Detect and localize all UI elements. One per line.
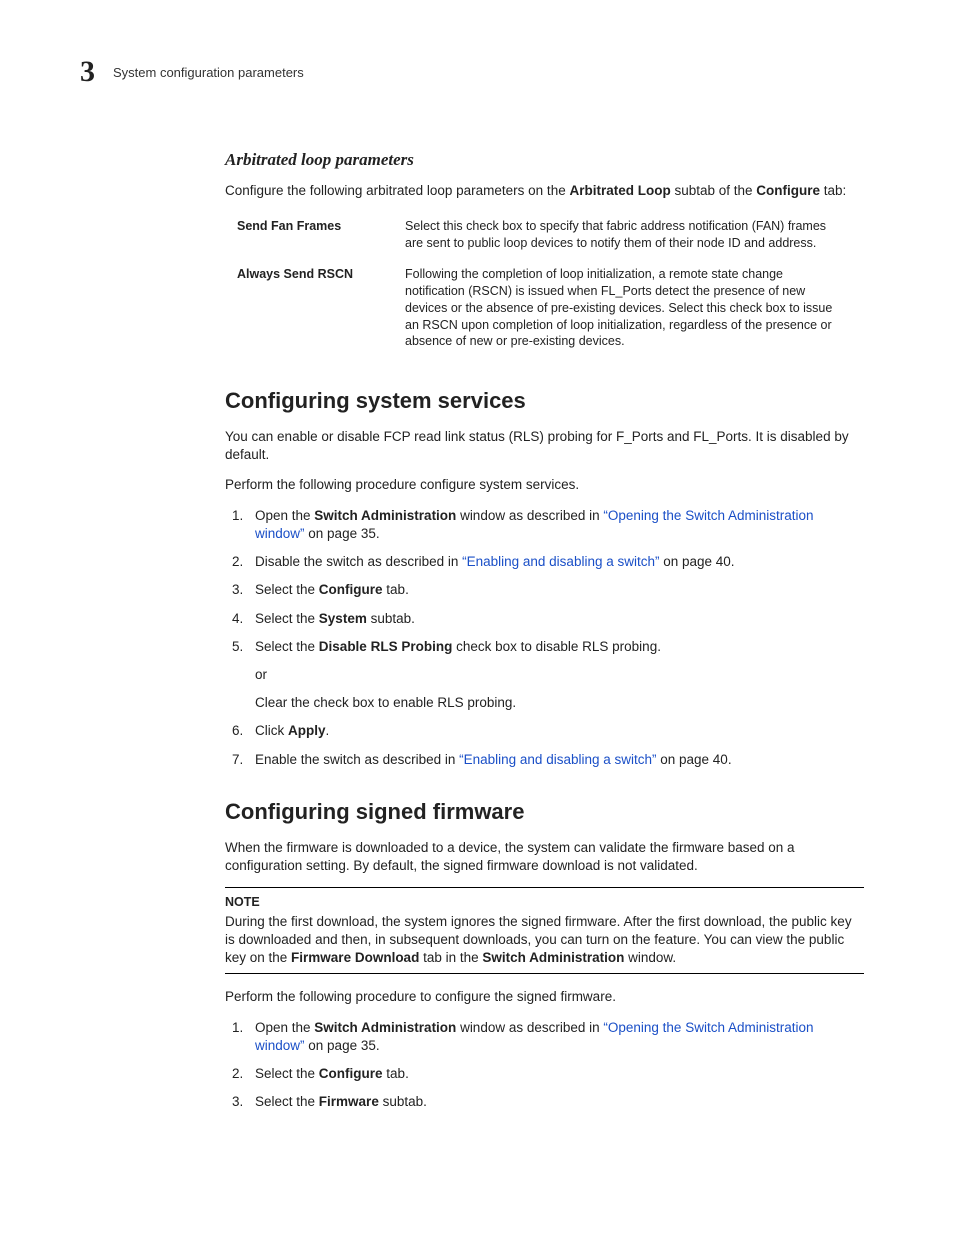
note-title: NOTE: [225, 894, 864, 911]
content-body: Arbitrated loop parameters Configure the…: [225, 149, 864, 1112]
note-body: During the first download, the system ig…: [225, 913, 864, 968]
table-row: Always Send RSCN Following the completio…: [237, 260, 850, 358]
text: on page 35.: [305, 526, 380, 541]
ui-ref-switch-admin: Switch Administration: [314, 1020, 456, 1035]
list-item: Enable the switch as described in “Enabl…: [247, 751, 864, 769]
ui-ref-configure: Configure: [756, 183, 820, 198]
ui-ref-switch-admin: Switch Administration: [482, 950, 624, 965]
param-desc: Following the completion of loop initial…: [405, 260, 850, 358]
text: on page 35.: [305, 1038, 380, 1053]
text: Configure the following arbitrated loop …: [225, 183, 569, 198]
text: window as described in: [456, 508, 603, 523]
list-item: Select the Configure tab.: [247, 1065, 864, 1083]
section-title-signed-firmware: Configuring signed firmware: [225, 797, 864, 827]
step-alt: Clear the check box to enable RLS probin…: [255, 694, 864, 712]
text: Select the: [255, 639, 319, 654]
text: Open the: [255, 1020, 314, 1035]
xref-link-enable-disable-switch[interactable]: “Enabling and disabling a switch”: [459, 752, 656, 767]
list-item: Select the Disable RLS Probing check box…: [247, 638, 864, 713]
text: Click: [255, 723, 288, 738]
text: check box to disable RLS probing.: [452, 639, 661, 654]
text: tab.: [383, 1066, 409, 1081]
chapter-number: 3: [80, 55, 95, 89]
page-header: 3 System configuration parameters: [80, 55, 874, 89]
note-box: NOTE During the first download, the syst…: [225, 887, 864, 975]
text: tab in the: [419, 950, 482, 965]
text: window.: [624, 950, 676, 965]
text: subtab.: [379, 1094, 427, 1109]
text: subtab.: [367, 611, 415, 626]
ui-ref-system: System: [319, 611, 367, 626]
text: Select the: [255, 1066, 319, 1081]
text: tab.: [383, 582, 409, 597]
param-desc: Select this check box to specify that fa…: [405, 212, 850, 260]
ui-ref-configure: Configure: [319, 582, 383, 597]
page: 3 System configuration parameters Arbitr…: [0, 0, 954, 1162]
text: Open the: [255, 508, 314, 523]
list-item: Disable the switch as described in “Enab…: [247, 553, 864, 571]
arbitrated-loop-param-table: Send Fan Frames Select this check box to…: [237, 212, 850, 358]
list-item: Select the Firmware subtab.: [247, 1093, 864, 1111]
xref-link-enable-disable-switch[interactable]: “Enabling and disabling a switch”: [462, 554, 659, 569]
param-term: Send Fan Frames: [237, 212, 405, 260]
ui-ref-apply: Apply: [288, 723, 326, 738]
text: Select the: [255, 582, 319, 597]
list-item: Open the Switch Administration window as…: [247, 1019, 864, 1055]
text: Select the: [255, 611, 319, 626]
table-row: Send Fan Frames Select this check box to…: [237, 212, 850, 260]
text: on page 40.: [659, 554, 734, 569]
section-title-system-services: Configuring system services: [225, 386, 864, 416]
ui-ref-firmware-download: Firmware Download: [291, 950, 419, 965]
param-term: Always Send RSCN: [237, 260, 405, 358]
ui-ref-configure: Configure: [319, 1066, 383, 1081]
paragraph: When the firmware is downloaded to a dev…: [225, 839, 864, 875]
text: Disable the switch as described in: [255, 554, 462, 569]
text: on page 40.: [657, 752, 732, 767]
text: window as described in: [456, 1020, 603, 1035]
ui-ref-switch-admin: Switch Administration: [314, 508, 456, 523]
text: subtab of the: [671, 183, 757, 198]
text: Enable the switch as described in: [255, 752, 459, 767]
signed-firmware-steps: Open the Switch Administration window as…: [225, 1019, 864, 1112]
ui-ref-firmware: Firmware: [319, 1094, 379, 1109]
ui-ref-disable-rls: Disable RLS Probing: [319, 639, 453, 654]
list-item: Select the System subtab.: [247, 610, 864, 628]
list-item: Open the Switch Administration window as…: [247, 507, 864, 543]
subsection-title-arbitrated-loop: Arbitrated loop parameters: [225, 149, 864, 172]
paragraph: Perform the following procedure to confi…: [225, 988, 864, 1006]
list-item: Select the Configure tab.: [247, 581, 864, 599]
text: tab:: [820, 183, 846, 198]
arbitrated-loop-intro: Configure the following arbitrated loop …: [225, 182, 864, 200]
text: .: [326, 723, 330, 738]
paragraph: Perform the following procedure configur…: [225, 476, 864, 494]
text: Select the: [255, 1094, 319, 1109]
list-item: Click Apply.: [247, 722, 864, 740]
header-section-name: System configuration parameters: [113, 65, 304, 80]
ui-ref-arbitrated-loop: Arbitrated Loop: [569, 183, 670, 198]
system-services-steps: Open the Switch Administration window as…: [225, 507, 864, 769]
paragraph: You can enable or disable FCP read link …: [225, 428, 864, 464]
step-or: or: [255, 666, 864, 684]
